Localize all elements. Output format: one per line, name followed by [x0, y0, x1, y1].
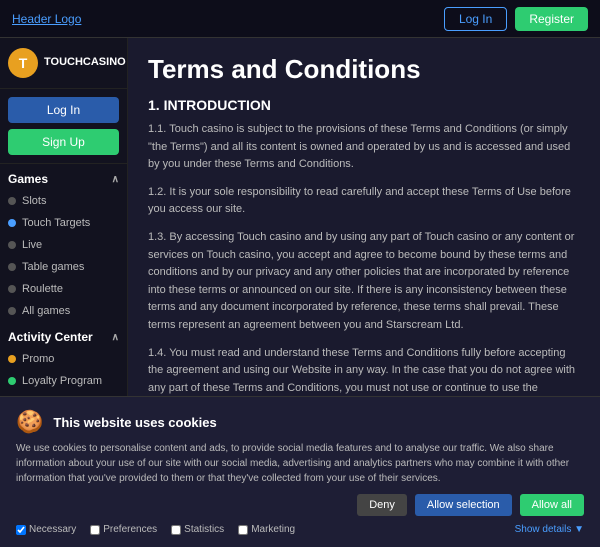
promo-dot-icon: [8, 355, 16, 363]
all-games-label: All games: [22, 305, 70, 317]
top-login-button[interactable]: Log In: [444, 7, 507, 31]
activity-section-label: Activity Center: [8, 330, 93, 344]
deny-button[interactable]: Deny: [357, 494, 407, 516]
sidebar-item-live[interactable]: Live: [0, 234, 127, 256]
loyalty-dot-icon: [8, 377, 16, 385]
activity-section-header[interactable]: Activity Center ∧: [0, 322, 127, 348]
games-chevron-icon: ∧: [112, 174, 119, 185]
slots-dot-icon: [8, 197, 16, 205]
header-logo: Header Logo: [12, 12, 81, 26]
live-dot-icon: [8, 241, 16, 249]
sidebar-item-roulette[interactable]: Roulette: [0, 278, 127, 300]
statistics-checkbox[interactable]: [171, 525, 181, 535]
preferences-checkbox[interactable]: [90, 525, 100, 535]
roulette-dot-icon: [8, 285, 16, 293]
cookie-option-preferences[interactable]: Preferences: [90, 524, 157, 535]
sidebar-item-touch-targets[interactable]: Touch Targets: [0, 212, 127, 234]
roulette-label: Roulette: [22, 283, 63, 295]
games-section-header[interactable]: Games ∧: [0, 164, 127, 190]
sidebar-item-loyalty[interactable]: Loyalty Program: [0, 370, 127, 392]
para-1-2: 1.2. It is your sole responsibility to r…: [148, 184, 580, 219]
sidebar-item-promo[interactable]: Promo: [0, 348, 127, 370]
touch-targets-label: Touch Targets: [22, 217, 90, 229]
table-games-dot-icon: [8, 263, 16, 271]
live-label: Live: [22, 239, 42, 251]
cookie-icon: 🍪: [16, 409, 43, 435]
cookie-buttons: Deny Allow selection Allow all: [16, 494, 584, 516]
top-register-button[interactable]: Register: [515, 7, 588, 31]
show-details-link[interactable]: Show details ▼: [515, 524, 584, 535]
allow-selection-button[interactable]: Allow selection: [415, 494, 512, 516]
cookie-banner: 🍪 This website uses cookies We use cooki…: [0, 396, 600, 547]
activity-chevron-icon: ∧: [112, 332, 119, 343]
cookie-options: Necessary Preferences Statistics Marketi…: [16, 524, 584, 535]
cookie-option-necessary[interactable]: Necessary: [16, 524, 76, 535]
necessary-label: Necessary: [29, 524, 76, 535]
top-nav-buttons: Log In Register: [444, 7, 588, 31]
statistics-label: Statistics: [184, 524, 224, 535]
para-1-3: 1.3. By accessing Touch casino and by us…: [148, 229, 580, 335]
preferences-label: Preferences: [103, 524, 157, 535]
sidebar-login-button[interactable]: Log In: [8, 97, 119, 123]
all-games-dot-icon: [8, 307, 16, 315]
cookie-title: This website uses cookies: [53, 415, 216, 430]
marketing-label: Marketing: [251, 524, 295, 535]
sidebar-item-table-games[interactable]: Table games: [0, 256, 127, 278]
sidebar-brand: T TOUCHCASINO: [0, 38, 127, 89]
sidebar-signup-button[interactable]: Sign Up: [8, 129, 119, 155]
para-1-1: 1.1. Touch casino is subject to the prov…: [148, 121, 580, 174]
section-1-heading: 1. INTRODUCTION: [148, 97, 580, 113]
sidebar-item-all-games[interactable]: All games: [0, 300, 127, 322]
slots-label: Slots: [22, 195, 46, 207]
brand-icon: T: [8, 48, 38, 78]
brand-name: TOUCHCASINO: [44, 56, 126, 69]
cookie-option-statistics[interactable]: Statistics: [171, 524, 224, 535]
cookie-text: We use cookies to personalise content an…: [16, 441, 584, 486]
top-nav: Header Logo Log In Register: [0, 0, 600, 38]
sidebar-item-slots[interactable]: Slots: [0, 190, 127, 212]
necessary-checkbox[interactable]: [16, 525, 26, 535]
games-section-label: Games: [8, 172, 48, 186]
page-title: Terms and Conditions: [148, 54, 580, 85]
loyalty-label: Loyalty Program: [22, 375, 102, 387]
promo-label: Promo: [22, 353, 54, 365]
touch-targets-dot-icon: [8, 219, 16, 227]
allow-all-button[interactable]: Allow all: [520, 494, 584, 516]
marketing-checkbox[interactable]: [238, 525, 248, 535]
sidebar-auth: Log In Sign Up: [0, 89, 127, 164]
cookie-header: 🍪 This website uses cookies: [16, 409, 584, 435]
cookie-option-marketing[interactable]: Marketing: [238, 524, 295, 535]
table-games-label: Table games: [22, 261, 84, 273]
